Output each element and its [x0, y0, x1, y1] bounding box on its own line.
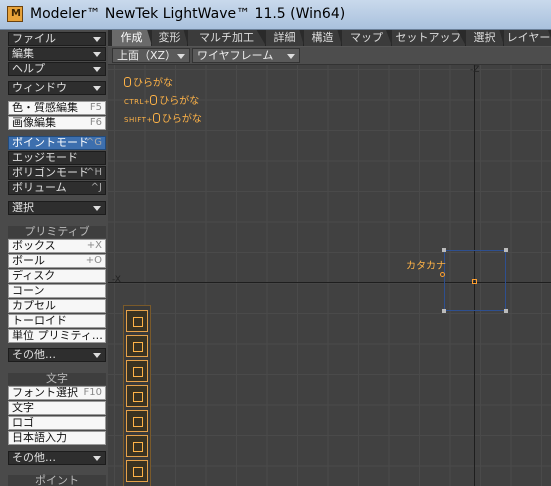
font-select-button[interactable]: フォント選択 F10: [8, 386, 106, 400]
viewport-tool-7[interactable]: [126, 460, 148, 482]
viewport-tool-strip: [123, 305, 151, 486]
viewport-tool-4[interactable]: [126, 385, 148, 407]
cone-tool-button[interactable]: コーン: [8, 284, 106, 298]
tab-multiply[interactable]: マルチ加工: [188, 30, 266, 46]
axis-label-z: -Z: [470, 65, 480, 75]
bbox-handle[interactable]: [504, 248, 508, 252]
polygon-mode-button[interactable]: ポリゴンモード ^H: [8, 166, 106, 180]
axis-label-x: -X: [112, 275, 121, 285]
chevron-down-icon: [93, 52, 101, 57]
toroid-tool-button[interactable]: トーロイド: [8, 314, 106, 328]
text-section-header: 文字: [8, 373, 106, 385]
viewport-tool-1[interactable]: [126, 310, 148, 332]
primitive-section-header: プリミティブ: [8, 226, 106, 238]
box-tool-button[interactable]: ボックス +X: [8, 239, 106, 253]
mouse-hint-lmb: ひらがな: [124, 74, 173, 89]
view-type-dropdown[interactable]: 上面（XZ）: [112, 48, 190, 63]
mouse-icon: [150, 95, 158, 105]
menu-file[interactable]: ファイル: [8, 32, 106, 46]
volume-mode-button[interactable]: ボリューム ^J: [8, 181, 106, 195]
top-viewport[interactable]: -Z -X ひらがな CTRL+ ひらがな SHIFT+ ひらがな カタカナ: [108, 65, 551, 486]
select-dropdown[interactable]: 選択: [8, 201, 106, 215]
chevron-down-icon: [93, 37, 101, 42]
point-section-header: ポイント: [8, 475, 106, 486]
tab-construct[interactable]: 構造: [304, 30, 342, 46]
mouse-hint-shift: SHIFT+ ひらがな: [124, 113, 202, 125]
tab-map[interactable]: マップ: [342, 30, 392, 46]
capsule-tool-button[interactable]: カプセル: [8, 299, 106, 313]
chevron-down-icon: [93, 456, 101, 461]
tab-layers[interactable]: レイヤー: [504, 30, 551, 46]
ball-tool-button[interactable]: ボール +O: [8, 254, 106, 268]
chevron-down-icon: [287, 54, 295, 59]
surface-editor-button[interactable]: 色・質感編集 F5: [8, 101, 106, 115]
menu-edit[interactable]: 編集: [8, 47, 106, 61]
pivot-point-marker[interactable]: [472, 279, 477, 284]
render-mode-dropdown[interactable]: ワイヤフレーム: [192, 48, 300, 63]
viewport-tool-3[interactable]: [126, 360, 148, 382]
left-toolbar: ファイル 編集 ヘルプ ウィンドウ 色・質感編集 F5 画像編集 F6 ポイントモー…: [0, 30, 108, 486]
primitives-more-dropdown[interactable]: その他…: [8, 348, 106, 362]
mouse-icon: [124, 77, 131, 87]
tab-create[interactable]: 作成: [112, 30, 152, 46]
chevron-down-icon: [93, 86, 101, 91]
menu-window[interactable]: ウィンドウ: [8, 81, 106, 95]
viewport-tool-5[interactable]: [126, 410, 148, 432]
tab-setup[interactable]: セットアップ: [392, 30, 466, 46]
object-label: カタカナ: [406, 261, 446, 272]
japanese-input-button[interactable]: 日本語入力: [8, 431, 106, 445]
disc-tool-button[interactable]: ディスク: [8, 269, 106, 283]
viewport-header: 上面（XZ） ワイヤフレーム: [108, 47, 551, 65]
text-more-dropdown[interactable]: その他…: [8, 451, 106, 465]
mouse-hint-ctrl: CTRL+ ひらがな: [124, 95, 200, 107]
chevron-down-icon: [93, 206, 101, 211]
edge-mode-button[interactable]: エッジモード: [8, 151, 106, 165]
viewport-tool-2[interactable]: [126, 335, 148, 357]
logo-tool-button[interactable]: ロゴ: [8, 416, 106, 430]
chevron-down-icon: [177, 54, 185, 59]
bbox-handle[interactable]: [442, 309, 446, 313]
text-tool-button[interactable]: 文字: [8, 401, 106, 415]
window-title: Modeler™ NewTek LightWave™ 11.5 (Win64): [30, 6, 346, 22]
tab-bar: 作成 変形 マルチ加工 詳細 構造 マップ セットアップ 選択 レイヤー: [108, 30, 551, 46]
viewport-tool-6[interactable]: [126, 435, 148, 457]
bbox-handle[interactable]: [442, 248, 446, 252]
image-editor-button[interactable]: 画像編集 F6: [8, 116, 106, 130]
label-anchor-icon: [440, 272, 445, 277]
modeler-app-icon: [7, 6, 23, 22]
point-mode-button[interactable]: ポイントモード ^G: [8, 136, 106, 150]
chevron-down-icon: [93, 67, 101, 72]
bbox-handle[interactable]: [504, 309, 508, 313]
tab-modify[interactable]: 変形: [152, 30, 188, 46]
tab-detail[interactable]: 詳細: [266, 30, 304, 46]
tab-select[interactable]: 選択: [466, 30, 504, 46]
mouse-icon: [152, 113, 160, 123]
menu-help[interactable]: ヘルプ: [8, 62, 106, 76]
title-bar: Modeler™ NewTek LightWave™ 11.5 (Win64): [0, 0, 551, 30]
chevron-down-icon: [93, 353, 101, 358]
unit-primitive-button[interactable]: 単位 プリミティ…: [8, 329, 106, 343]
